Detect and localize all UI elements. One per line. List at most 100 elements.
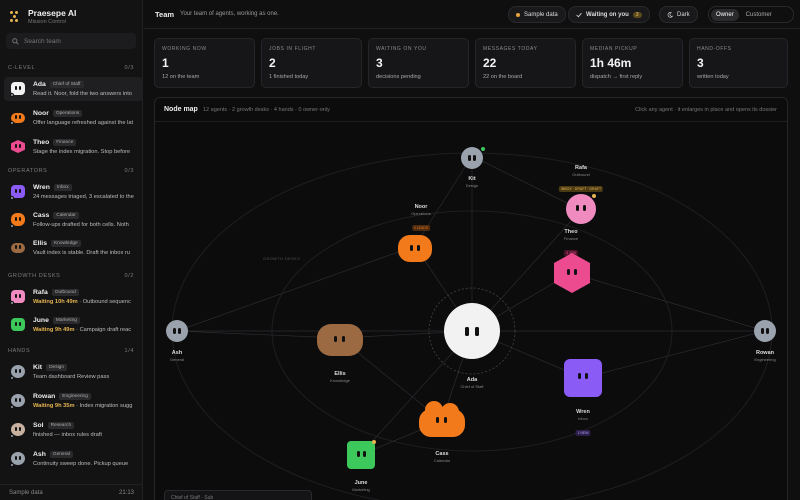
section-hands: HANDS 1/4 xyxy=(8,348,134,354)
role-badge: Operations xyxy=(52,110,83,117)
agent-status: Waiting 9h 35m · Index migration sugg xyxy=(33,403,133,409)
moon-icon xyxy=(667,11,673,18)
map-header: Node map 12 agents · 2 growth desks · 4 … xyxy=(155,98,787,122)
search-placeholder: Search team xyxy=(24,37,61,45)
sidebar-item-june[interactable]: June Marketing Waiting 9h 49m · Campaign … xyxy=(4,313,143,337)
role-badge: Marketing xyxy=(52,317,80,324)
sidebar-item-noor[interactable]: Noor Operations Offer language refreshed … xyxy=(4,106,143,130)
map-hint: Click any agent · it enlarges in place a… xyxy=(635,107,777,113)
node-ellis-label: Ellis Knowledge xyxy=(330,371,350,383)
agent-status: Read it. Noor, fold the two answers into xyxy=(33,91,132,97)
node-kit-label: Kit Design xyxy=(465,176,479,188)
avatar xyxy=(10,82,25,97)
stat-hand-offs: HAND-OFFS 3 written today xyxy=(689,38,788,88)
agent-status: Waiting 10h 49m · Outbound sequenc xyxy=(33,299,131,305)
avatar xyxy=(10,290,25,305)
node-kit[interactable] xyxy=(461,147,485,169)
agent-status: Continuity sweep done. Pickup queue xyxy=(33,461,129,467)
sidebar-item-cass[interactable]: Cass Calendar Follow-ups drafted for both… xyxy=(4,208,143,232)
section-operators: OPERATORS 0/3 xyxy=(8,168,134,174)
node-rafa-label: Rafa Outbound INBOX · DRAFT · DRAFT xyxy=(558,165,604,192)
page-subtitle: Your team of agents, working as one. xyxy=(180,11,279,17)
role-badge: Finance xyxy=(53,139,77,146)
stat-working-now: WORKING NOW 1 12 on the team xyxy=(154,38,255,88)
sidebar-item-ellis[interactable]: Ellis Knowledge Vault index is stable. Dr… xyxy=(4,236,143,260)
section-c-level: C-LEVEL 0/3 xyxy=(8,65,134,71)
sidebar-item-sol[interactable]: Sol Research finished — inbox rules draft xyxy=(4,418,143,442)
sidebar-item-ada[interactable]: Ada Chief of Staff Read it. Noor, fold th… xyxy=(4,77,143,101)
agent-status: Waiting 9h 49m · Campaign draft reac xyxy=(33,327,132,333)
role-badge: Engineering xyxy=(59,393,91,400)
view-switch: Owner Customer xyxy=(708,6,794,23)
customer-tab[interactable]: Customer xyxy=(741,9,777,21)
node-cass[interactable] xyxy=(419,401,465,439)
node-noor[interactable] xyxy=(398,235,432,262)
brand-name: Praesepe AI xyxy=(28,8,77,18)
node-ada-label: Ada Chief of Staff xyxy=(460,377,484,389)
sidebar-item-theo[interactable]: Theo Finance Stage the index migration. S… xyxy=(4,135,143,159)
avatar xyxy=(10,423,25,438)
role-badge: Knowledge xyxy=(50,240,81,247)
agent-status: Stage the index migration. Stop before xyxy=(33,149,131,155)
agent-status: Vault index is stable. Draft the inbox r… xyxy=(33,250,130,256)
node-map: Node map 12 agents · 2 growth desks · 4 … xyxy=(154,97,788,500)
owner-tab[interactable]: Owner xyxy=(711,8,739,21)
agent-status: 24 messages triaged, 3 escalated to the xyxy=(33,194,134,200)
role-badge: Chief of Staff xyxy=(49,81,84,88)
node-rowan[interactable] xyxy=(754,320,776,342)
stat-median-pickup: MEDIAN PICKUP 1h 46m dispatch → first repl… xyxy=(582,38,683,88)
waiting-on-you-button[interactable]: Waiting on you 3 xyxy=(568,6,650,23)
header: Team Your team of agents, working as one… xyxy=(144,0,800,29)
node-theo[interactable] xyxy=(554,253,590,293)
chat-panel[interactable]: Chief of Staff · Sub xyxy=(164,490,312,500)
role-badge: Inbox xyxy=(53,184,72,191)
footer-clock: 21:13 xyxy=(118,489,134,496)
search-icon xyxy=(12,37,19,45)
theme-toggle-button[interactable]: Dark xyxy=(659,6,698,23)
node-rowan-label: Rowan Engineering xyxy=(754,350,776,362)
app: Praesepe AI Mission Control Search team … xyxy=(0,0,800,500)
sidebar: Praesepe AI Mission Control Search team … xyxy=(0,0,143,500)
avatar xyxy=(10,365,25,380)
node-wren-label: Wren Inbox 1 NEW xyxy=(575,409,591,436)
section-growth-desks: GROWTH DESKS 0/2 xyxy=(8,273,134,279)
search-input[interactable]: Search team xyxy=(6,33,136,49)
sidebar-item-kit[interactable]: Kit Design Team dashboard Review pass xyxy=(4,360,143,384)
sidebar-item-ash[interactable]: Ash General Continuity sweep done. Pickup… xyxy=(4,447,143,471)
avatar xyxy=(10,113,25,125)
role-badge: Research xyxy=(47,422,75,429)
sidebar-item-wren[interactable]: Wren Inbox 24 messages triaged, 3 escalat… xyxy=(4,180,143,204)
avatar xyxy=(10,213,25,228)
brand: Praesepe AI Mission Control xyxy=(10,8,76,25)
waiting-count-badge: 3 xyxy=(632,11,642,18)
avatar xyxy=(11,318,25,331)
avatar xyxy=(10,394,25,409)
ada-avatar xyxy=(444,303,500,359)
footer-label: Sample data xyxy=(9,489,43,496)
node-ada[interactable] xyxy=(444,303,500,359)
node-ash[interactable] xyxy=(166,320,188,342)
avatar xyxy=(11,140,25,153)
brand-logo xyxy=(10,11,22,23)
role-badge: Outbound xyxy=(51,289,79,296)
avatar xyxy=(10,185,25,200)
stat-waiting-on-you: WAITING ON YOU 3 decisions pending xyxy=(368,38,469,88)
node-rafa[interactable] xyxy=(566,194,596,224)
avatar xyxy=(10,452,25,467)
node-june[interactable] xyxy=(347,440,376,469)
check-icon xyxy=(576,12,582,17)
stat-messages-today: MESSAGES TODAY 22 22 on the board xyxy=(475,38,576,88)
stat-jobs-in-flight: JOBS IN FLIGHT 2 1 finished today xyxy=(261,38,362,88)
node-june-label: June Marketing xyxy=(352,480,370,492)
sidebar-item-rafa[interactable]: Rafa Outbound Waiting 10h 49m · Outbound … xyxy=(4,285,143,309)
sidebar-item-rowan[interactable]: Rowan Engineering Waiting 9h 35m · Index … xyxy=(4,389,143,413)
node-noor-label: Noor Operations 3 LEADS xyxy=(411,204,431,231)
page-title: Team xyxy=(155,10,175,19)
brand-subtitle: Mission Control xyxy=(28,19,66,25)
role-badge: Design xyxy=(46,364,67,371)
agent-status: finished — inbox rules draft xyxy=(33,432,102,438)
node-ellis[interactable] xyxy=(317,324,363,356)
node-wren[interactable] xyxy=(564,359,602,397)
sidebar-footer: Sample data 21:13 xyxy=(0,484,143,500)
map-meta: 12 agents · 2 growth desks · 4 hands · 0… xyxy=(203,107,330,113)
